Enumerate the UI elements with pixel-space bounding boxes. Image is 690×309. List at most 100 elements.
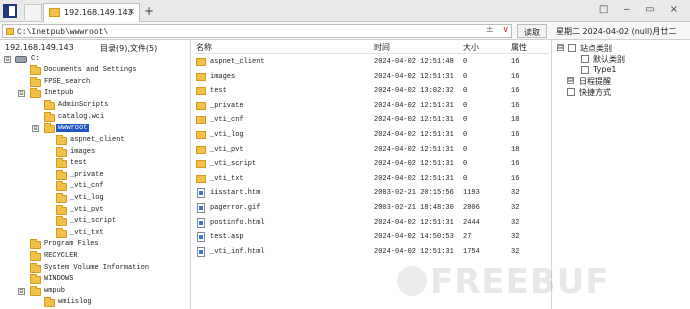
tree-label: images <box>70 148 96 156</box>
folder-icon <box>56 216 67 226</box>
folder-icon <box>30 251 41 261</box>
table-row[interactable]: _vti_txt 2024-04-02 12:51:31 0 16 <box>193 172 549 186</box>
folder-icon <box>30 274 41 284</box>
collapse-icon[interactable]: ⊟ <box>4 56 11 63</box>
tree-label: aspnet_client <box>70 136 125 144</box>
cell-name: _vti_inf.html <box>210 247 265 256</box>
col-name-header[interactable]: 名称 <box>196 42 212 53</box>
table-row[interactable]: _vti_script 2024-04-02 12:51:31 0 16 <box>193 157 549 171</box>
folder-icon <box>56 193 67 203</box>
window-controls[interactable]: □ ‒ ▭ × <box>599 4 684 15</box>
cell-attr: 16 <box>511 174 520 183</box>
table-row[interactable]: aspnet_client 2024-04-02 12:51:48 0 16 <box>193 55 549 69</box>
tree-label: System Volume Information <box>44 264 150 272</box>
col-size-header[interactable]: 大小 <box>463 42 479 53</box>
file-list-header: 名称 时间 大小 属性 <box>193 41 549 54</box>
file-icon <box>197 203 205 213</box>
path-controls[interactable]: ± ∨ <box>486 25 509 35</box>
category-icon <box>581 66 589 74</box>
cell-name: _vti_txt <box>210 174 244 183</box>
table-row[interactable]: _vti_pvt 2024-04-02 12:51:31 0 18 <box>193 143 549 157</box>
folder-icon <box>56 181 67 191</box>
divider-left <box>190 40 191 309</box>
folder-icon <box>196 101 206 110</box>
col-time-header[interactable]: 时间 <box>374 42 390 53</box>
rp-label: 日程提醒 <box>579 77 611 86</box>
category-icon <box>568 44 576 52</box>
table-row[interactable]: _vti_inf.html 2024-04-02 12:51:31 1754 32 <box>193 245 549 259</box>
table-row[interactable]: _private 2024-04-02 12:51:31 0 16 <box>193 99 549 113</box>
cell-attr: 16 <box>511 101 520 110</box>
cell-attr: 18 <box>511 116 520 125</box>
table-row[interactable]: pagerror.gif 2003-02-21 18:48:30 2806 32 <box>193 201 549 215</box>
cell-name: _private <box>210 101 244 110</box>
cell-size: 2806 <box>463 204 480 212</box>
cell-time: 2024-04-02 12:51:31 <box>374 247 454 256</box>
close-tab-icon[interactable]: × <box>127 7 135 17</box>
tab-active[interactable]: 192.168.149.143 × <box>43 3 140 22</box>
tree-label: _vti_txt <box>70 229 104 237</box>
cell-size: 2444 <box>463 218 480 227</box>
folder-icon <box>56 228 67 238</box>
tree-label: _vti_pvt <box>70 206 104 214</box>
table-row[interactable]: test 2024-04-02 13:02:32 0 16 <box>193 84 549 98</box>
folder-icon <box>44 112 55 122</box>
tree-label: Program Files <box>44 240 99 248</box>
folder-icon <box>30 263 41 273</box>
collapse-icon[interactable]: ⊟ <box>32 125 39 132</box>
table-row[interactable]: iisstart.htm 2003-02-21 20:15:56 1193 32 <box>193 186 549 200</box>
table-row[interactable]: _vti_log 2024-04-02 12:51:31 0 16 <box>193 128 549 142</box>
tree-label: C: <box>31 55 40 63</box>
cell-size: 1754 <box>463 247 480 256</box>
cell-attr: 16 <box>511 131 520 139</box>
collapse-icon[interactable]: ⊟ <box>18 90 25 97</box>
folder-icon <box>196 72 206 81</box>
collapse-icon[interactable]: ⊟ <box>18 288 25 295</box>
tab-bar: 192.168.149.143 × + □ ‒ ▭ × <box>0 0 690 22</box>
cell-attr: 16 <box>511 58 520 66</box>
cell-time: 2024-04-02 12:51:31 <box>374 72 454 81</box>
file-icon <box>197 217 205 228</box>
folder-icon <box>196 58 206 66</box>
chevron-down-icon[interactable]: ∨ <box>502 25 509 35</box>
tree-label: AdminScripts <box>58 101 109 109</box>
watermark-logo <box>397 266 427 296</box>
host-label: 192.168.149.143 <box>5 43 74 52</box>
folder-icon <box>30 286 41 296</box>
drive-icon <box>15 56 27 63</box>
tab-blank[interactable] <box>24 4 42 20</box>
rp-label: Type1 <box>593 65 617 74</box>
cell-time: 2024-04-02 12:51:48 <box>374 58 454 66</box>
collapse-icon[interactable]: ⊟ <box>557 44 564 51</box>
cell-name: postinfo.html <box>210 218 265 227</box>
tree-label: Inetpub <box>44 89 74 97</box>
path-input[interactable]: C:\Inetpub\wwwroot\ <box>2 24 512 38</box>
read-button[interactable]: 读取 <box>517 24 547 38</box>
tree-label: FPSE_search <box>44 78 91 86</box>
table-row[interactable]: postinfo.html 2024-04-02 12:51:31 2444 32 <box>193 216 549 230</box>
date-display: 星期二 2024-04-02 (null)月廿二 <box>556 27 677 36</box>
folder-icon <box>196 174 206 183</box>
table-row[interactable]: test.asp 2024-04-02 14:50:53 27 32 <box>193 230 549 244</box>
path-text: C:\Inetpub\wwwroot\ <box>17 28 109 37</box>
adjust-icon[interactable]: ± <box>486 25 494 35</box>
collapse-icon[interactable]: ⊟ <box>567 77 574 84</box>
cell-attr: 32 <box>511 233 520 242</box>
cell-size: 0 <box>463 101 468 110</box>
table-row[interactable]: images 2024-04-02 12:51:31 0 16 <box>193 70 549 84</box>
cell-time: 2024-04-02 13:02:32 <box>374 87 454 96</box>
cell-attr: 32 <box>511 204 520 212</box>
shortcut-icon <box>567 88 575 96</box>
cell-size: 1193 <box>463 189 480 198</box>
folder-icon <box>44 100 55 110</box>
add-tab-button[interactable]: + <box>144 4 154 18</box>
table-row[interactable]: _vti_cnf 2024-04-02 12:51:31 0 18 <box>193 113 549 127</box>
tree-label: wmiislog <box>58 298 92 306</box>
cell-size: 0 <box>463 160 468 169</box>
cell-attr: 32 <box>511 247 520 256</box>
cell-size: 0 <box>463 131 468 139</box>
col-attr-header[interactable]: 属性 <box>511 42 527 53</box>
file-icon <box>197 246 205 257</box>
folder-icon <box>196 145 206 154</box>
folder-icon <box>196 116 206 125</box>
